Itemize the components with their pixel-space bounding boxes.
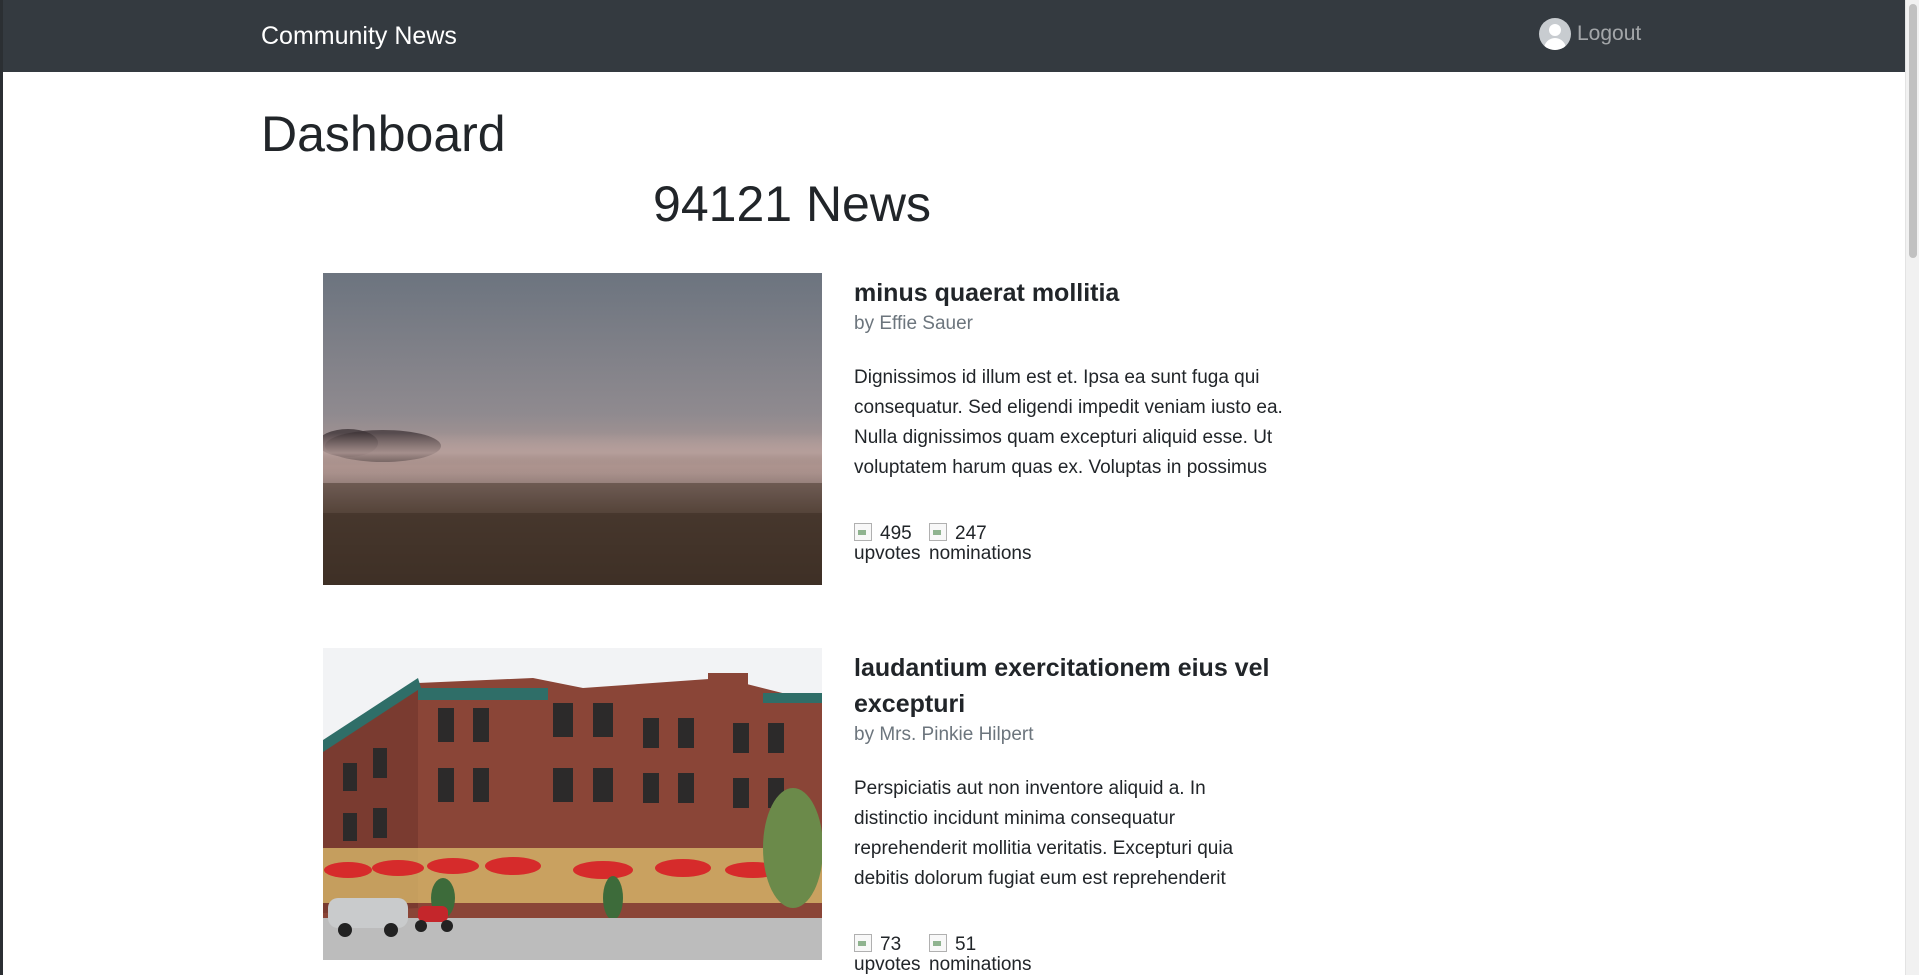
nomination-count: 51: [955, 934, 977, 955]
upvote-icon: [854, 523, 872, 541]
article-author: by Mrs. Pinkie Hilpert: [854, 724, 1034, 745]
page-scrollbar[interactable]: [1905, 0, 1919, 975]
brand-link[interactable]: Community News: [261, 20, 457, 52]
article-content: minus quaerat mollitia by Effie Sauer Di…: [854, 273, 1284, 567]
upvote-count: 73: [880, 934, 902, 955]
page-title: Dashboard: [261, 106, 506, 162]
nomination-label: nominations: [929, 954, 1032, 975]
article-body: Dignissimos id illum est et. Ipsa ea sun…: [854, 367, 1283, 478]
upvote-icon: [854, 934, 872, 952]
upvote-count: 495: [880, 523, 912, 544]
upvote-label: upvotes: [854, 954, 921, 975]
upvote-button[interactable]: 495 upvotes: [854, 523, 921, 564]
scrollbar-thumb[interactable]: [1909, 4, 1917, 258]
window-edge: [0, 0, 3, 975]
article-body: Perspiciatis aut non inventore aliquid a…: [854, 778, 1234, 889]
article-image: [323, 648, 822, 960]
logout-label: Logout: [1577, 22, 1642, 45]
article-title[interactable]: minus quaerat mollitia: [854, 273, 1284, 311]
article-image: [323, 273, 822, 585]
user-avatar-icon: [1539, 18, 1571, 50]
nominate-button[interactable]: 247 nominations: [929, 523, 1031, 564]
article-content: laudantium exercitationem eius vel excep…: [854, 648, 1284, 975]
upvote-label: upvotes: [854, 543, 921, 564]
page: Community News Logout Dashboard 94121 Ne…: [0, 0, 1919, 975]
logout-button[interactable]: Logout: [1539, 18, 1641, 50]
upvote-button[interactable]: 73 upvotes: [854, 934, 921, 975]
nomination-icon: [929, 523, 947, 541]
article-stats: 495 upvotes 247 nominations: [854, 523, 1284, 567]
article-stats: 73 upvotes 51 nominations: [854, 934, 1284, 975]
top-navbar: Community News Logout: [3, 0, 1909, 72]
nomination-icon: [929, 934, 947, 952]
news-heading: 94121 News: [653, 176, 931, 232]
article-author: by Effie Sauer: [854, 313, 974, 334]
article-title[interactable]: laudantium exercitationem eius vel excep…: [854, 648, 1284, 722]
nomination-count: 247: [955, 523, 987, 544]
nomination-label: nominations: [929, 543, 1032, 564]
nominate-button[interactable]: 51 nominations: [929, 934, 1031, 975]
